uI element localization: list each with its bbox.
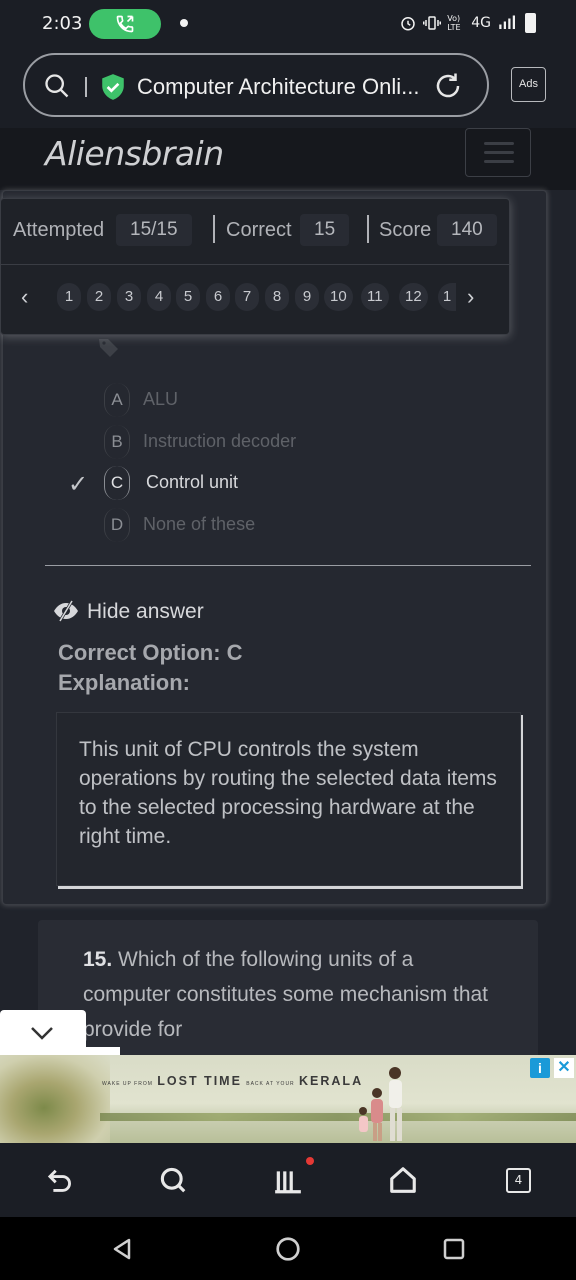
explanation-label: Explanation: [58, 670, 191, 695]
volte-icon: Vo) LTE [447, 14, 461, 32]
score-label: Score [379, 219, 432, 241]
attempted-value: 15/15 [116, 214, 192, 246]
question-pager: ‹ 1 2 3 4 5 6 7 8 9 10 11 12 1 › [1, 265, 511, 331]
page-13-partial[interactable]: 1 [438, 283, 456, 311]
ongoing-call-pill[interactable] [89, 9, 161, 39]
address-bar[interactable]: Computer Architecture Onli... [23, 53, 489, 117]
menu-button[interactable] [465, 128, 531, 177]
ad-headline: WAKE UP FROM LOST TIME BACK AT YOUR KERA… [102, 1074, 364, 1088]
ad-close-icon[interactable]: ✕ [554, 1058, 574, 1078]
back-icon[interactable] [44, 1165, 72, 1195]
search-icon[interactable] [158, 1165, 188, 1195]
ad-shoreline [100, 1113, 576, 1121]
correct-value: 15 [300, 214, 350, 246]
page-9[interactable]: 9 [295, 283, 319, 311]
page-4[interactable]: 4 [147, 283, 171, 311]
page-3[interactable]: 3 [117, 283, 141, 311]
system-icons: Vo) LTE 4G [399, 13, 536, 33]
next-question-card: 15. Which of the following units of a co… [38, 920, 538, 1060]
tag-icon[interactable] [96, 336, 122, 365]
page-7[interactable]: 7 [235, 283, 259, 311]
page-6[interactable]: 6 [206, 283, 230, 311]
option-text: ALU [143, 389, 179, 409]
alarm-icon [401, 17, 415, 31]
menu-lines-icon[interactable] [275, 1165, 301, 1195]
check-icon: ✓ [68, 471, 89, 498]
option-letter: A [104, 383, 130, 417]
pager-prev-icon[interactable]: ‹ [21, 284, 28, 310]
address-separator [85, 77, 87, 97]
page-12[interactable]: 12 [399, 283, 428, 311]
tab-switcher-button[interactable]: 4 [506, 1168, 531, 1193]
eye-slash-icon[interactable] [52, 598, 80, 624]
page-2[interactable]: 2 [87, 283, 111, 311]
status-bar: 2:03 Vo) LTE 4G [0, 0, 576, 48]
pager-next-icon[interactable]: › [467, 284, 474, 310]
search-icon[interactable] [43, 72, 71, 100]
home-icon[interactable] [388, 1165, 418, 1195]
option-letter: B [104, 425, 130, 459]
battery-icon [525, 13, 536, 33]
ad-artwork [0, 1055, 110, 1143]
ad-banner[interactable]: WAKE UP FROM LOST TIME BACK AT YOUR KERA… [0, 1055, 576, 1143]
divider [45, 565, 531, 566]
ad-collapse-button[interactable] [0, 1010, 86, 1056]
notification-dot [180, 19, 188, 27]
score-value: 140 [437, 214, 497, 246]
explanation-box: This unit of CPU controls the system ope… [56, 712, 521, 886]
option-letter: C [104, 466, 130, 500]
option-text: Instruction decoder [143, 431, 297, 451]
stats-row: Attempted 15/15 Correct 15 Score 140 [1, 199, 511, 265]
nav-home-icon[interactable] [275, 1236, 301, 1262]
chevron-down-icon [31, 1027, 53, 1040]
attempted-label: Attempted [13, 219, 105, 241]
reload-icon[interactable] [433, 71, 463, 101]
nav-recents-icon[interactable] [442, 1237, 466, 1261]
question-text: 15. Which of the following units of a co… [83, 942, 503, 1047]
option-text: None of these [143, 514, 256, 534]
vibrate-icon [423, 16, 442, 30]
ad-info-icon[interactable]: i [530, 1058, 550, 1078]
stat-separator [367, 215, 369, 243]
menu-badge-dot [306, 1157, 314, 1165]
page-11[interactable]: 11 [361, 283, 389, 311]
phone-icon [116, 15, 134, 33]
signal-icon [499, 15, 515, 29]
option-text: Control unit [146, 472, 239, 492]
hide-answer-link[interactable]: Hide answer [87, 600, 204, 624]
screen: 2:03 Vo) LTE 4G Computer Architecture On… [0, 0, 576, 1280]
shield-check-icon[interactable] [100, 73, 126, 101]
question-body: Which of the following units of a comput… [83, 948, 489, 1041]
page-5[interactable]: 5 [176, 283, 200, 311]
android-nav-bar [0, 1217, 576, 1280]
page-10[interactable]: 10 [324, 283, 353, 311]
ads-button[interactable]: Ads [511, 67, 546, 102]
network-type: 4G [471, 15, 491, 31]
site-header: Aliensbrain [0, 128, 576, 190]
score-panel: Attempted 15/15 Correct 15 Score 140 ‹ 1… [0, 198, 511, 335]
correct-option-label: Correct Option: C [58, 640, 243, 665]
page-8[interactable]: 8 [265, 283, 289, 311]
browser-bottom-bar [0, 1143, 576, 1217]
question-number: 15. [83, 948, 113, 971]
browser-toolbar: Computer Architecture Onli... Ads [0, 48, 576, 128]
site-logo[interactable]: Aliensbrain [45, 134, 224, 173]
ad-people-image [359, 1067, 402, 1141]
page-title-url[interactable]: Computer Architecture Onli... [137, 74, 419, 100]
nav-back-icon[interactable] [110, 1237, 134, 1261]
page-1[interactable]: 1 [57, 283, 81, 311]
menu-icon [484, 142, 514, 145]
stat-separator [213, 215, 215, 243]
correct-label: Correct [226, 219, 292, 241]
explanation-text: This unit of CPU controls the system ope… [79, 738, 497, 848]
option-letter: D [104, 508, 130, 542]
status-time: 2:03 [42, 13, 83, 34]
